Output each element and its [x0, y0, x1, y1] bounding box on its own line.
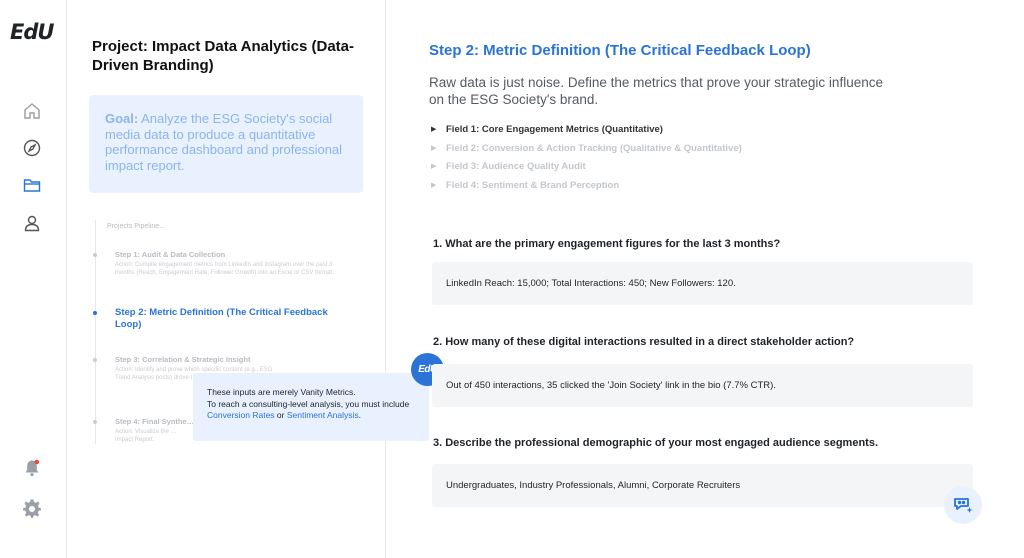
tooltip-end: .	[358, 410, 362, 420]
answer-2-field[interactable]: Out of 450 interactions, 35 clicked the …	[432, 364, 973, 407]
triangle-right-icon: ▶	[431, 163, 437, 170]
field-4-item[interactable]: ▶ Field 4: Sentiment & Brand Perception	[431, 180, 742, 199]
step-title: Step 3: Correlation & Strategic Insight	[115, 355, 251, 364]
question-3: 3. Describe the professional demographic…	[433, 437, 879, 449]
pipeline-step-2[interactable]: Step 2: Metric Definition (The Critical …	[93, 307, 350, 331]
question-2: 2. How many of these digital interaction…	[433, 336, 855, 348]
triangle-right-icon: ▶	[431, 126, 437, 133]
compass-icon[interactable]	[22, 138, 42, 158]
home-icon[interactable]	[22, 101, 42, 121]
step-dot	[93, 358, 97, 362]
step-dot	[93, 253, 97, 257]
folder-icon[interactable]	[22, 175, 42, 195]
field-3-item[interactable]: ▶ Field 3: Audience Quality Audit	[431, 161, 742, 180]
pipeline-heading: Projects Pipeline...	[107, 223, 165, 230]
field-label: Field 1: Core Engagement Metrics (Quanti…	[446, 124, 663, 135]
project-title: Project: Impact Data Analytics (Data-Dri…	[92, 38, 355, 74]
notification-dot	[34, 459, 40, 465]
gear-icon[interactable]	[22, 498, 42, 518]
tooltip-line-1: These inputs are merely Vanity Metrics.	[207, 387, 356, 397]
field-label: Field 2: Conversion & Action Tracking (Q…	[446, 142, 742, 154]
tooltip-or: or	[274, 410, 287, 420]
step-dot	[93, 420, 97, 424]
chatbot-icon	[954, 498, 973, 513]
conversion-rates-link[interactable]: Conversion Rates	[207, 410, 275, 420]
field-label: Field 3: Audience Quality Audit	[446, 161, 586, 172]
triangle-right-icon: ▶	[431, 144, 437, 152]
chatbot-button[interactable]	[944, 486, 982, 524]
app-logo[interactable]: EdU	[10, 20, 54, 44]
tooltip-text: To reach a consulting-level analysis, yo…	[207, 398, 410, 409]
main-content: Step 2: Metric Definition (The Critical …	[386, 0, 1024, 558]
field-1-item[interactable]: ▶ Field 1: Core Engagement Metrics (Quant…	[431, 124, 742, 143]
triangle-right-icon: ▶	[431, 181, 437, 189]
answer-1-field[interactable]: LinkedIn Reach: 15,000; Total Interactio…	[432, 262, 973, 305]
project-panel: Project: Impact Data Analytics (Data-Dri…	[67, 0, 386, 558]
tooltip-line-2: To reach a consulting-level analysis, yo…	[207, 399, 415, 422]
question-1: 1. What are the primary engagement figur…	[433, 238, 781, 250]
sentiment-analysis-link[interactable]: Sentiment Analysis	[287, 410, 359, 420]
field-list: ▶ Field 1: Core Engagement Metrics (Quant…	[431, 124, 742, 198]
step-desc: Action: Visualize the … Impact Report.	[115, 429, 177, 443]
pipeline-step-1[interactable]: Step 1: Audit & Data Collection Action: …	[93, 250, 350, 277]
bell-icon[interactable]	[22, 458, 42, 478]
page-title: Step 2: Metric Definition (The Critical …	[429, 42, 811, 59]
left-rail: EdU	[0, 0, 67, 558]
answer-3-field[interactable]: Undergraduates, Industry Professionals, …	[432, 464, 973, 507]
goal-card: Goal: Analyze the ESG Society's social m…	[89, 95, 363, 193]
goal-label: Goal:	[105, 111, 139, 126]
page-intro: Raw data is just noise. Define the metri…	[429, 75, 883, 107]
user-icon[interactable]	[22, 213, 42, 233]
field-2-item[interactable]: ▶ Field 2: Conversion & Action Tracking (…	[431, 143, 742, 162]
step-desc: Action: Compile engagement metrics from …	[115, 262, 334, 276]
field-label: Field 4: Sentiment & Brand Perception	[446, 179, 620, 191]
step-title: Step 1: Audit & Data Collection	[115, 250, 226, 259]
goal-text: Analyze the ESG Society's social media d…	[105, 111, 343, 173]
step-title: Step 2: Metric Definition (The Critical …	[115, 307, 328, 330]
step-dot	[93, 311, 97, 315]
